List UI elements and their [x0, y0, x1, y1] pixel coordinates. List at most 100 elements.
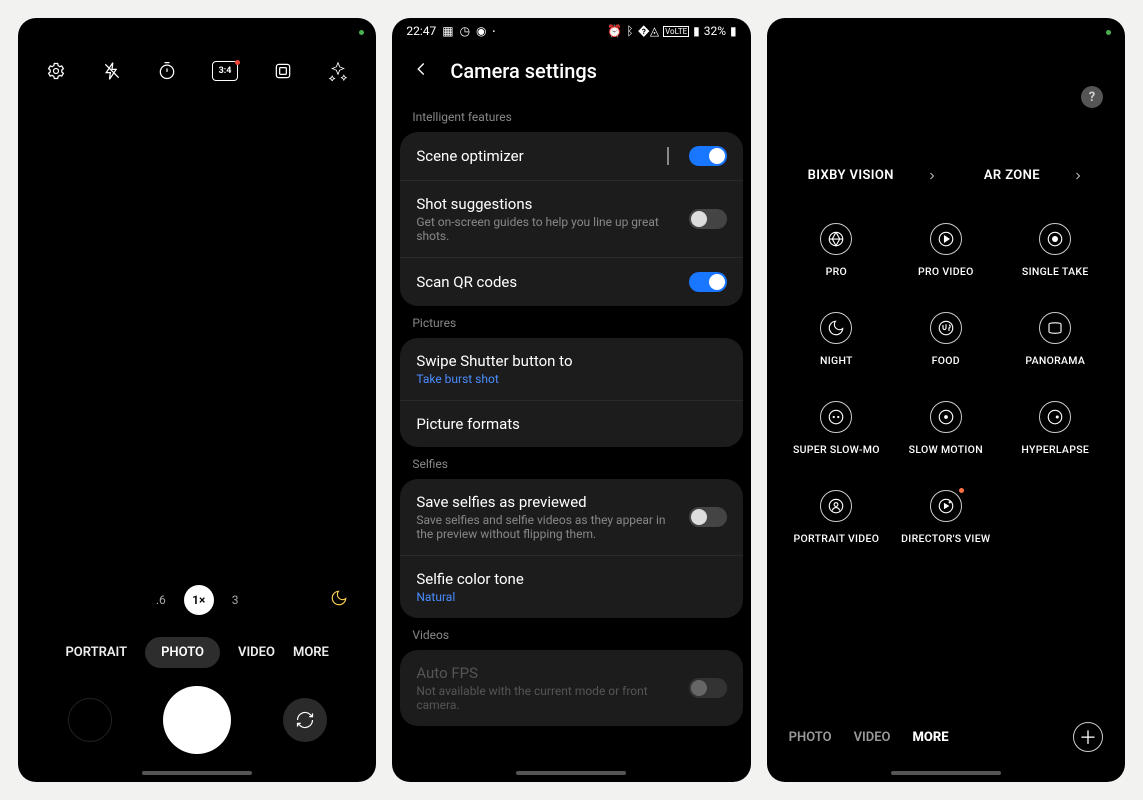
- row-swipe-shutter[interactable]: Swipe Shutter button to Take burst shot: [400, 338, 742, 401]
- section-selfies-label: Selfies: [400, 447, 742, 479]
- swipe-shutter-title: Swipe Shutter button to: [416, 352, 726, 370]
- section-intelligent-label: Intelligent features: [400, 100, 742, 132]
- toggle-auto-fps: [689, 678, 727, 698]
- aspect-ratio-icon[interactable]: 3:4: [212, 61, 238, 81]
- play-circle-icon: [930, 223, 962, 255]
- home-indicator[interactable]: [891, 771, 1001, 775]
- camera-top-toolbar: 3:4: [18, 46, 376, 92]
- status-time: 22:47: [406, 24, 436, 38]
- mode-video[interactable]: VIDEO: [854, 730, 891, 745]
- group-videos: Auto FPS Not available with the current …: [400, 650, 742, 726]
- shutter-button[interactable]: [163, 686, 231, 754]
- switch-camera-button[interactable]: [283, 698, 327, 742]
- bluetooth-icon: ᛒ: [626, 24, 633, 38]
- mode-more-active[interactable]: MORE: [913, 730, 949, 745]
- settings-screen: 22:47 ▦ ◷ ◉ • ⏰ ᛒ �◬ VoLTE ▮ 32% ▮ Camer…: [392, 18, 750, 782]
- selfie-tone-sub: Natural: [416, 590, 726, 604]
- home-indicator[interactable]: [516, 771, 626, 775]
- mode-label: SUPER SLOW-MO: [793, 443, 880, 456]
- toggle-scan-qr[interactable]: [689, 272, 727, 292]
- mode-hyperlapse[interactable]: HYPERLAPSE: [1004, 401, 1107, 456]
- night-mode-icon[interactable]: [330, 589, 348, 611]
- mode-video[interactable]: VIDEO: [238, 645, 275, 660]
- mode-label: PORTRAIT VIDEO: [794, 532, 880, 545]
- viewfinder[interactable]: [18, 92, 376, 577]
- row-save-selfies[interactable]: Save selfies as previewed Save selfies a…: [400, 479, 742, 556]
- home-indicator[interactable]: [142, 771, 252, 775]
- zoom-controls: .6 1× 3: [18, 577, 376, 623]
- mode-portrait-video[interactable]: PORTRAIT VIDEO: [785, 490, 888, 545]
- toggle-shot-suggestions[interactable]: [689, 209, 727, 229]
- mode-label: DIRECTOR'S VIEW: [901, 532, 990, 545]
- status-bar: [18, 18, 376, 46]
- gear-icon[interactable]: [45, 60, 67, 82]
- slow-icon: [820, 401, 852, 433]
- volte-icon: VoLTE: [663, 26, 689, 37]
- camera-active-indicator: [1106, 30, 1111, 35]
- mode-food[interactable]: FOOD: [894, 312, 997, 367]
- status-bar: 22:47 ▦ ◷ ◉ • ⏰ ᛒ �◬ VoLTE ▮ 32% ▮: [392, 18, 750, 44]
- food-icon: [930, 312, 962, 344]
- target-icon: [1039, 223, 1071, 255]
- mode-photo[interactable]: PHOTO: [789, 730, 832, 745]
- mode-photo-active[interactable]: PHOTO: [145, 637, 220, 668]
- row-scan-qr[interactable]: Scan QR codes: [400, 258, 742, 306]
- mode-super-slow-mo[interactable]: SUPER SLOW-MO: [785, 401, 888, 456]
- zoom-level-tele[interactable]: 3: [232, 593, 239, 607]
- mode-portrait[interactable]: PORTRAIT: [65, 645, 127, 660]
- hyperlapse-icon: [1039, 401, 1071, 433]
- camera-active-indicator: [359, 30, 364, 35]
- alarm-icon: ⏰: [607, 24, 622, 38]
- group-selfies: Save selfies as previewed Save selfies a…: [400, 479, 742, 618]
- row-selfie-tone[interactable]: Selfie color tone Natural: [400, 556, 742, 618]
- mode-more[interactable]: MORE: [293, 645, 329, 660]
- back-icon[interactable]: [410, 58, 432, 84]
- battery-icon: ▮: [730, 24, 737, 38]
- add-mode-button[interactable]: ＋: [1073, 722, 1103, 752]
- settings-content[interactable]: Intelligent features Scene optimizer Sho…: [392, 100, 750, 782]
- clock-icon: ◷: [460, 24, 470, 38]
- zoom-level-1x[interactable]: 1×: [184, 585, 214, 615]
- mode-label: PRO: [826, 265, 847, 278]
- aperture-icon: [820, 223, 852, 255]
- bixby-vision-link[interactable]: BIXBY VISION: [808, 168, 938, 183]
- camera-screen: 3:4 .6 1× 3 PORTRAIT PHOTO VIDEO MORE: [18, 18, 376, 782]
- mode-director-s-view[interactable]: DIRECTOR'S VIEW: [894, 490, 997, 545]
- mode-slow-motion[interactable]: SLOW MOTION: [894, 401, 997, 456]
- mode-night[interactable]: NIGHT: [785, 312, 888, 367]
- save-selfies-sub: Save selfies and selfie videos as they a…: [416, 513, 676, 541]
- settings-header: Camera settings: [392, 44, 750, 100]
- toggle-scene-optimizer[interactable]: [689, 146, 727, 166]
- flash-icon[interactable]: [101, 60, 123, 82]
- director-icon: [930, 490, 962, 522]
- filters-icon[interactable]: [327, 60, 349, 82]
- row-auto-fps: Auto FPS Not available with the current …: [400, 650, 742, 726]
- row-scene-optimizer[interactable]: Scene optimizer: [400, 132, 742, 181]
- group-intelligent: Scene optimizer Shot suggestions Get on-…: [400, 132, 742, 306]
- mode-pro[interactable]: PRO: [785, 223, 888, 278]
- camera-mode-selector: PORTRAIT PHOTO VIDEO MORE: [18, 623, 376, 678]
- wifi-icon: �◬: [638, 24, 660, 38]
- group-pictures: Swipe Shutter button to Take burst shot …: [400, 338, 742, 447]
- auto-fps-sub: Not available with the current mode or f…: [416, 684, 676, 712]
- chevron-right-icon: [926, 170, 938, 182]
- panorama-icon: [1039, 312, 1071, 344]
- moon-icon: [820, 312, 852, 344]
- ar-zone-link[interactable]: AR ZONE: [984, 168, 1084, 183]
- ar-zone-label: AR ZONE: [984, 168, 1040, 183]
- motion-photo-icon[interactable]: [272, 60, 294, 82]
- gallery-thumbnail[interactable]: [68, 698, 112, 742]
- mode-pro-video[interactable]: PRO VIDEO: [894, 223, 997, 278]
- timer-icon[interactable]: [156, 60, 178, 82]
- mode-label: FOOD: [932, 354, 960, 367]
- chevron-right-icon: [1072, 170, 1084, 182]
- mode-single-take[interactable]: SINGLE TAKE: [1004, 223, 1107, 278]
- save-selfies-title: Save selfies as previewed: [416, 493, 676, 511]
- auto-fps-title: Auto FPS: [416, 664, 676, 682]
- row-shot-suggestions[interactable]: Shot suggestions Get on-screen guides to…: [400, 181, 742, 258]
- help-icon[interactable]: ?: [1081, 86, 1103, 108]
- toggle-save-selfies[interactable]: [689, 507, 727, 527]
- zoom-level-wide[interactable]: .6: [156, 593, 166, 607]
- row-picture-formats[interactable]: Picture formats: [400, 401, 742, 447]
- mode-panorama[interactable]: PANORAMA: [1004, 312, 1107, 367]
